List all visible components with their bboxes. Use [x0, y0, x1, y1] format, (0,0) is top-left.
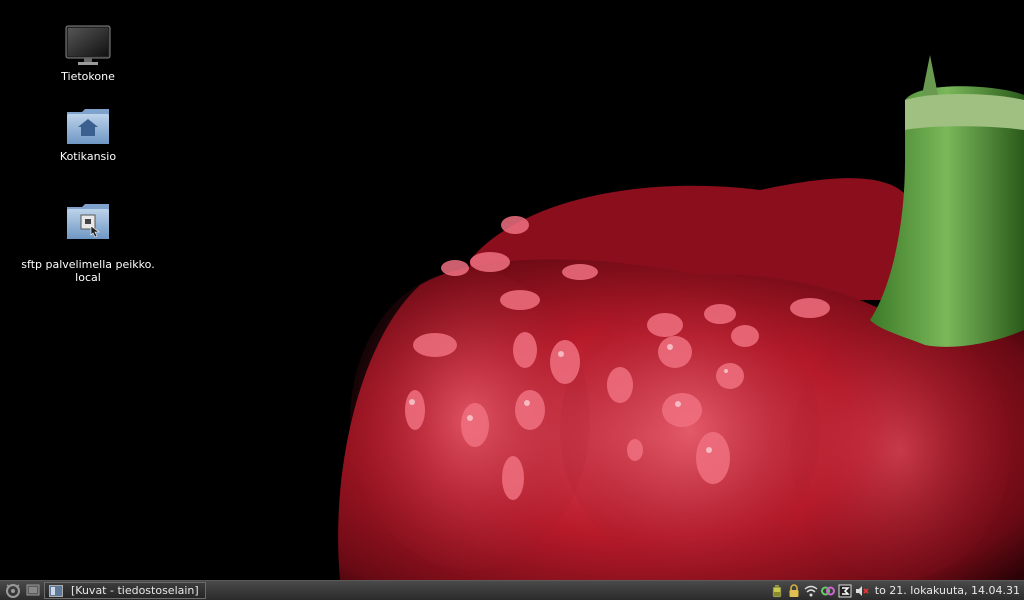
- wifi-icon[interactable]: [804, 584, 818, 598]
- clock[interactable]: to 21. lokakuuta, 14.04.31: [875, 584, 1020, 597]
- desktop-icon-tietokone[interactable]: Tietokone: [13, 24, 163, 83]
- desktop[interactable]: Tietokone Kotikansio sftp palvelimella p…: [0, 0, 1024, 580]
- desktop-icon-label: Kotikansio: [59, 150, 117, 163]
- file-manager-icon: [49, 584, 63, 597]
- battery-icon[interactable]: [770, 584, 784, 598]
- system-tray: [770, 582, 872, 600]
- network-folder-icon: [67, 204, 109, 239]
- task-button-label: [Kuvat - tiedostoselain]: [71, 584, 199, 597]
- show-desktop-icon[interactable]: [26, 583, 40, 597]
- volume-muted-icon[interactable]: [855, 584, 869, 598]
- menu-logo-icon[interactable]: [4, 582, 22, 599]
- network-rings-icon[interactable]: [821, 584, 835, 598]
- taskbar: [Kuvat - tiedostoselain] to 21. lokakuut…: [0, 580, 1024, 600]
- desktop-icon-kotikansio[interactable]: Kotikansio: [13, 104, 163, 163]
- computer-monitor-icon: [65, 25, 111, 65]
- keyboard-layout-icon[interactable]: [838, 584, 852, 598]
- desktop-icon-label: sftp palvelimella peikko. local: [21, 258, 155, 284]
- desktop-icon-label: Tietokone: [61, 70, 115, 83]
- task-button-file-manager[interactable]: [Kuvat - tiedostoselain]: [44, 582, 206, 599]
- lock-icon[interactable]: [787, 584, 801, 598]
- home-folder-icon: [67, 109, 109, 144]
- desktop-icon-sftp[interactable]: sftp palvelimella peikko. local: [13, 186, 163, 297]
